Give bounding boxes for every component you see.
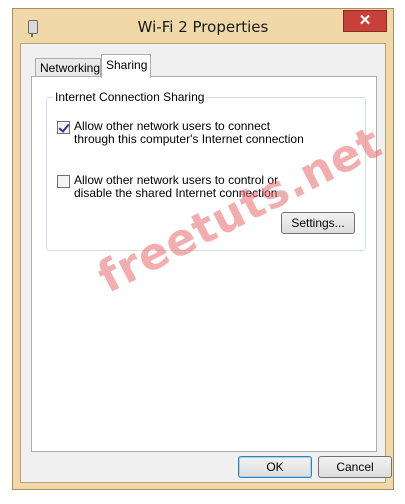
properties-window: Wi-Fi 2 Properties ✕ Networking Sharing …: [12, 8, 394, 490]
allow-connect-checkbox[interactable]: [57, 121, 70, 134]
sharing-panel: Internet Connection Sharing Allow other …: [31, 76, 377, 452]
allow-control-checkbox[interactable]: [57, 175, 70, 188]
allow-control-label[interactable]: Allow other network users to control or …: [74, 174, 314, 200]
cancel-button[interactable]: Cancel: [318, 456, 392, 478]
window-title: Wi-Fi 2 Properties: [137, 18, 269, 36]
tab-networking[interactable]: Networking: [35, 58, 101, 76]
allow-control-option[interactable]: Allow other network users to control or …: [57, 174, 314, 200]
ics-groupbox: Internet Connection Sharing Allow other …: [46, 90, 366, 251]
allow-connect-option[interactable]: Allow other network users to connect thr…: [57, 120, 314, 146]
tab-sharing[interactable]: Sharing: [101, 54, 151, 78]
ok-button[interactable]: OK: [238, 456, 312, 478]
allow-connect-label[interactable]: Allow other network users to connect thr…: [74, 120, 314, 146]
settings-button[interactable]: Settings...: [281, 212, 355, 234]
dialog-client: Networking Sharing Internet Connection S…: [20, 43, 392, 483]
title-bar[interactable]: Wi-Fi 2 Properties ✕: [13, 9, 393, 43]
ics-group-label: Internet Connection Sharing: [53, 90, 207, 104]
close-button[interactable]: ✕: [343, 10, 387, 32]
